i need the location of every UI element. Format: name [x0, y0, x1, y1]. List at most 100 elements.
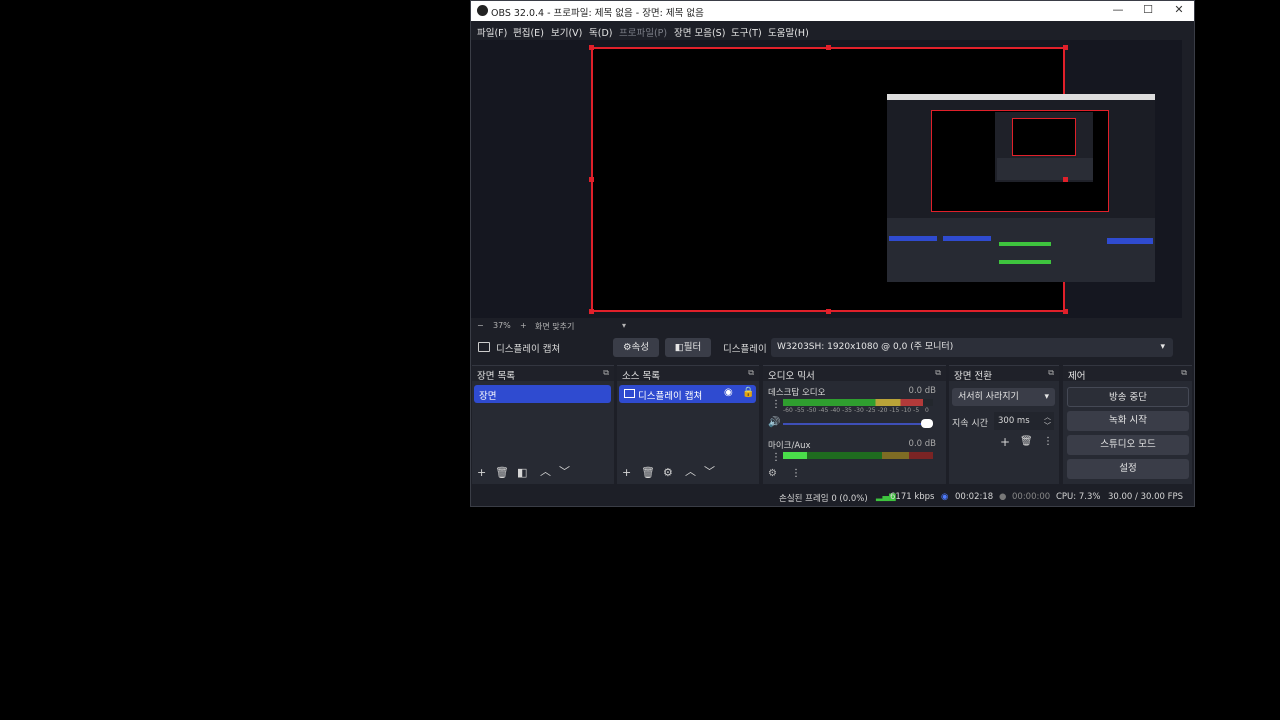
- meter-tick-label: -55: [794, 407, 805, 414]
- menu-dock[interactable]: 독(D): [589, 25, 612, 39]
- resize-handle[interactable]: [1063, 177, 1068, 182]
- remove-scene-icon[interactable]: 🗑: [495, 466, 509, 479]
- menu-scene-collection[interactable]: 장면 모음(S): [674, 25, 725, 39]
- record-time: 00:00:00: [1012, 492, 1051, 502]
- transition-menu-icon[interactable]: ⋮: [1043, 436, 1053, 447]
- menu-view[interactable]: 보기(V): [551, 25, 582, 39]
- transitions-header: 장면 전환 ⧉: [949, 366, 1059, 382]
- menu-edit[interactable]: 편집(E): [513, 25, 544, 39]
- volume-slider-handle[interactable]: [921, 419, 933, 428]
- float-dock-icon[interactable]: ⧉: [603, 368, 609, 378]
- channel-name: 마이크/Aux: [768, 441, 811, 451]
- selected-source-name: 디스플레이 캡쳐: [496, 344, 561, 355]
- scenes-title: 장면 목록: [477, 371, 515, 382]
- filter-icon: ◧: [674, 342, 684, 353]
- menu-tools[interactable]: 도구(T): [731, 25, 762, 39]
- visibility-eye-icon[interactable]: ◉: [724, 387, 733, 398]
- meter-tick-label: -20: [877, 407, 888, 414]
- speaker-icon[interactable]: 🔊: [768, 417, 780, 428]
- zoom-in-button[interactable]: +: [520, 321, 527, 330]
- source-list-item[interactable]: 디스플레이 캡쳐 ◉ 🔒: [619, 385, 756, 403]
- bitrate: 6171 kbps: [890, 492, 935, 502]
- add-transition-icon[interactable]: +: [1000, 435, 1010, 449]
- resize-handle[interactable]: [1063, 45, 1068, 50]
- lock-icon[interactable]: 🔒: [742, 387, 754, 398]
- maximize-button[interactable]: ☐: [1134, 3, 1162, 19]
- move-down-icon[interactable]: ﹀: [704, 463, 715, 479]
- transitions-panel: 장면 전환 ⧉ 서서히 사라지기 ▾ 지속 시간 300 ms ︿ ﹀ + 🗑 …: [949, 365, 1059, 484]
- meter-tick-label: -10: [901, 407, 912, 414]
- stream-time: 00:02:18: [955, 492, 994, 502]
- display-select[interactable]: W3203SH: 1920x1080 @ 0,0 (주 모니터) ▾: [771, 338, 1173, 357]
- mixer-menu-icon[interactable]: ⋮: [791, 468, 801, 479]
- studio-mode-button[interactable]: 스튜디오 모드: [1067, 435, 1189, 455]
- gear-icon: ⚙: [622, 342, 632, 353]
- minimize-button[interactable]: —: [1104, 3, 1132, 19]
- filters-label: 필터: [683, 342, 702, 353]
- remove-source-icon[interactable]: 🗑: [641, 466, 655, 479]
- chevron-down-icon: ▾: [1044, 392, 1049, 402]
- move-up-icon[interactable]: ︿: [685, 463, 696, 479]
- channel-menu-icon[interactable]: ⋮: [771, 452, 781, 463]
- channel-name: 데스크탑 오디오: [768, 388, 826, 398]
- start-recording-button[interactable]: 녹화 시작: [1067, 411, 1189, 431]
- resize-handle[interactable]: [826, 45, 831, 50]
- transition-select[interactable]: 서서히 사라지기 ▾: [952, 388, 1055, 406]
- remove-transition-icon[interactable]: 🗑: [1020, 436, 1033, 447]
- display-select-value: W3203SH: 1920x1080 @ 0,0 (주 모니터): [777, 342, 954, 352]
- menu-file[interactable]: 파일(F): [477, 25, 507, 39]
- duration-input[interactable]: 300 ms ︿ ﹀: [994, 412, 1054, 430]
- controls-title: 제어: [1068, 371, 1086, 382]
- sources-panel-header: 소스 목록 ⧉: [617, 366, 759, 382]
- zoom-out-button[interactable]: −: [477, 321, 484, 330]
- close-button[interactable]: ✕: [1165, 3, 1193, 19]
- zoom-fit-label[interactable]: 화면 맞추기: [535, 321, 574, 332]
- add-scene-icon[interactable]: +: [477, 466, 486, 479]
- source-name: 디스플레이 캡쳐: [638, 391, 703, 402]
- volume-meter: [783, 399, 933, 406]
- resize-handle[interactable]: [1063, 309, 1068, 314]
- float-dock-icon[interactable]: ⧉: [935, 368, 941, 378]
- record-icon: ●: [999, 492, 1007, 502]
- preview-area[interactable]: [471, 40, 1182, 318]
- transition-value: 서서히 사라지기: [958, 392, 1019, 402]
- fps: 30.00 / 30.00 FPS: [1108, 492, 1184, 502]
- duration-value: 300 ms: [998, 416, 1030, 426]
- controls-header: 제어 ⧉: [1063, 366, 1192, 382]
- source-properties-icon[interactable]: ⚙: [663, 466, 673, 479]
- filters-button[interactable]: ◧필터: [665, 338, 711, 357]
- meter-tick-label: -50: [806, 407, 817, 414]
- resize-handle[interactable]: [589, 177, 594, 182]
- properties-button[interactable]: ⚙속성: [613, 338, 659, 357]
- advanced-audio-icon[interactable]: ⚙: [768, 468, 777, 479]
- scenes-panel-header: 장면 목록 ⧉: [472, 366, 614, 382]
- stream-icon: ◉: [941, 492, 949, 502]
- stop-streaming-button[interactable]: 방송 중단: [1067, 387, 1189, 407]
- channel-menu-icon[interactable]: ⋮: [771, 399, 781, 410]
- resize-handle[interactable]: [589, 45, 594, 50]
- zoom-bar: − 37% + 화면 맞추기 ▾: [471, 318, 1194, 333]
- resize-handle[interactable]: [589, 309, 594, 314]
- preview-canvas[interactable]: [591, 47, 1155, 312]
- settings-button[interactable]: 설정: [1067, 459, 1189, 479]
- scene-filter-icon[interactable]: ◧: [517, 466, 527, 479]
- scene-list-item[interactable]: 장면: [474, 385, 611, 403]
- move-up-icon[interactable]: ︿: [540, 463, 551, 479]
- volume-slider[interactable]: [783, 423, 933, 425]
- menu-help[interactable]: 도움말(H): [768, 25, 809, 39]
- float-dock-icon[interactable]: ⧉: [1181, 368, 1187, 378]
- preview-scrollbar[interactable]: [1182, 40, 1194, 318]
- window-title: OBS 32.0.4 - 프로파일: 제목 없음 - 장면: 제목 없음: [491, 8, 704, 19]
- zoom-dropdown-icon[interactable]: ▾: [622, 321, 626, 330]
- float-dock-icon[interactable]: ⧉: [748, 368, 754, 378]
- add-source-icon[interactable]: +: [622, 466, 631, 479]
- menu-profile[interactable]: 프로파일(P): [619, 25, 667, 39]
- meter-ticks: -60 -55 -50 -45 -40 -35 -30 -25 -20 -15 -10 -5 0: [783, 407, 933, 415]
- float-dock-icon[interactable]: ⧉: [1048, 368, 1054, 378]
- stepper-down-icon[interactable]: ﹀: [1044, 417, 1051, 435]
- move-down-icon[interactable]: ﹀: [559, 463, 570, 479]
- nested-capture-thumbnail: [887, 94, 1155, 282]
- meter-tick-label: -40: [830, 407, 841, 414]
- resize-handle[interactable]: [826, 309, 831, 314]
- status-bar: 손실된 프레임 0 (0.0%) ▂▄▆ 6171 kbps ◉ 00:02:1…: [471, 488, 1194, 506]
